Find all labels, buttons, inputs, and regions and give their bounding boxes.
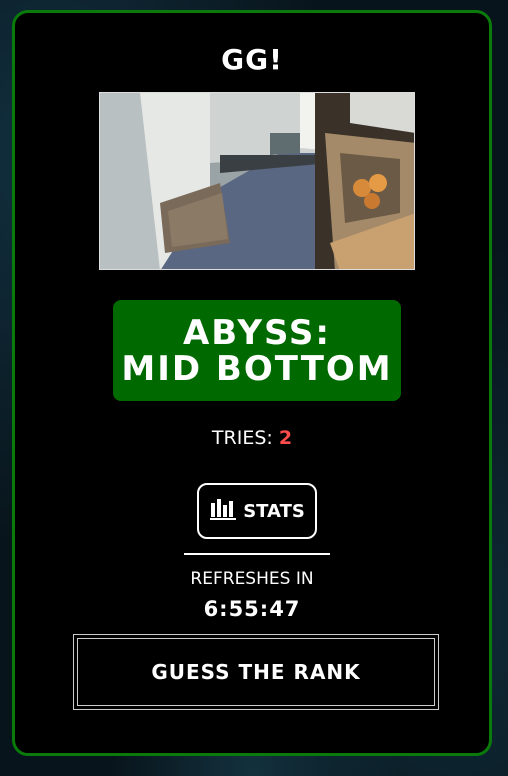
stats-button[interactable]: STATS: [197, 483, 317, 539]
tries-display: TRIES: 2: [15, 427, 489, 449]
tries-label: TRIES:: [211, 427, 273, 449]
tries-count: 2: [278, 427, 293, 449]
answer-badge: ABYSS: MID BOTTOM: [113, 300, 401, 401]
stats-label: STATS: [243, 500, 305, 522]
bar-chart-icon: [209, 497, 239, 526]
answer-map-name: ABYSS:: [182, 312, 332, 353]
refresh-countdown: 6:55:47: [203, 597, 301, 621]
refresh-label: REFRESHES IN: [190, 569, 314, 589]
guess-the-rank-button[interactable]: GUESS THE RANK: [73, 634, 439, 710]
map-screenshot: [99, 92, 415, 270]
result-card: GG! ABYSS: MID BOTTOM TRIES: 2 STATS REF…: [12, 10, 492, 756]
result-title: GG!: [221, 43, 283, 76]
answer-location: MID BOTTOM: [121, 348, 393, 389]
guess-the-rank-label: GUESS THE RANK: [151, 660, 361, 684]
divider: [184, 553, 330, 555]
